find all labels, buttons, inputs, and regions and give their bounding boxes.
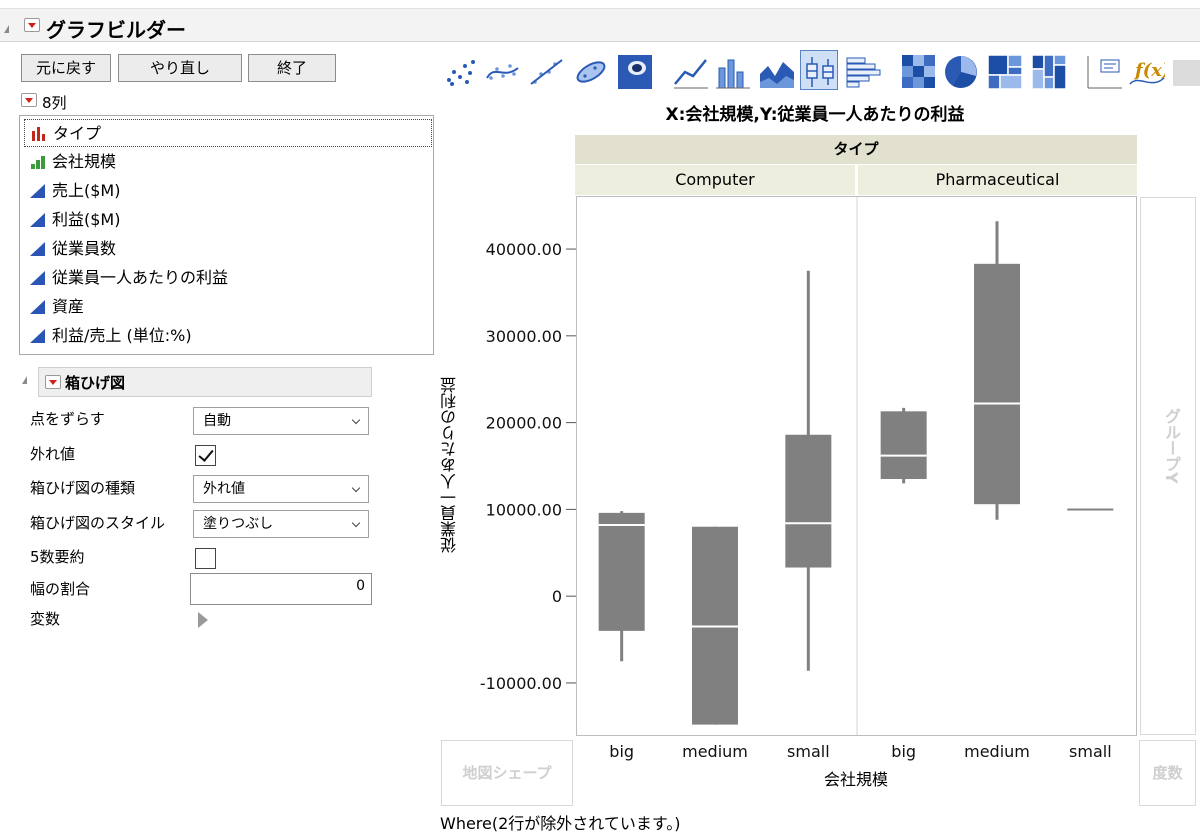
column-item[interactable]: 利益($M) — [24, 206, 432, 234]
y-axis-label[interactable]: 従業員一人あたりの利益 — [438, 200, 468, 730]
width-ratio-input[interactable]: 0 — [190, 573, 372, 605]
column-list[interactable]: タイプ 会社規模 売上($M) 利益($M) 従業員数 従業員一人あたりの利益 … — [19, 115, 434, 355]
histogram-icon[interactable] — [842, 50, 881, 90]
y-tick-label: 10000.00 — [486, 500, 562, 519]
chevron-down-icon — [351, 415, 361, 425]
area-icon[interactable] — [756, 50, 794, 90]
column-item[interactable]: 売上($M) — [24, 177, 432, 205]
box-style-label: 箱ひげ図のスタイル — [30, 514, 166, 532]
continuous-icon — [30, 271, 45, 285]
five-number-label: 5数要約 — [30, 548, 85, 566]
mosaic-icon[interactable] — [1028, 50, 1067, 90]
redo-button[interactable]: やり直し — [118, 54, 242, 82]
undo-button[interactable]: 元に戻す — [21, 54, 111, 82]
y-tick-label: 40000.00 — [486, 240, 562, 259]
column-item[interactable]: 従業員数 — [24, 235, 432, 263]
svg-text:f(x): f(x) — [1133, 60, 1165, 81]
nominal-icon — [32, 127, 45, 141]
bar-icon[interactable] — [712, 50, 750, 90]
x-tick-label: medium — [682, 742, 748, 761]
box-type-label: 箱ひげ図の種類 — [30, 479, 136, 497]
formula-icon[interactable]: f(x) — [1126, 50, 1165, 90]
width-ratio-label: 幅の割合 — [30, 580, 91, 598]
continuous-icon — [30, 300, 45, 314]
boxplot-panel-title: 箱ひげ図 — [65, 374, 126, 392]
x-tick-label: big — [609, 742, 634, 761]
outliers-checkbox[interactable] — [195, 445, 216, 466]
column-item[interactable]: 資産 — [24, 293, 432, 321]
continuous-icon — [30, 184, 45, 198]
variables-label: 変数 — [30, 610, 61, 628]
heatmap-icon[interactable] — [898, 50, 936, 90]
chevron-down-icon — [351, 483, 361, 493]
five-number-checkbox[interactable] — [195, 548, 216, 569]
plot-area[interactable] — [576, 196, 1137, 736]
window-title: グラフビルダー — [46, 18, 186, 42]
continuous-icon — [30, 242, 45, 256]
y-tick-label: -10000.00 — [480, 674, 562, 693]
panel-variable-header[interactable]: タイプ — [575, 135, 1137, 164]
caption-box-icon[interactable] — [1084, 50, 1122, 90]
contour-icon[interactable] — [614, 50, 652, 90]
box-plot-icon[interactable] — [800, 50, 838, 90]
columns-menu-icon[interactable] — [21, 93, 37, 107]
title-bar: グラフビルダー — [0, 8, 1200, 42]
columns-count: 8列 — [42, 94, 67, 112]
x-axis-label[interactable]: 会社規模 — [575, 766, 1137, 790]
smoother-icon[interactable] — [482, 50, 520, 90]
done-button[interactable]: 終了 — [248, 54, 336, 82]
x-tick-label: small — [787, 742, 830, 761]
column-item[interactable]: タイプ — [24, 119, 432, 147]
box-style-dropdown[interactable]: 塗りつぶし — [193, 510, 369, 538]
chevron-down-icon — [351, 518, 361, 528]
y-tick-label: 20000.00 — [486, 414, 562, 433]
jitter-label: 点をずらす — [30, 410, 105, 428]
x-tick-label: big — [891, 742, 916, 761]
panel-header-computer: Computer — [575, 165, 855, 195]
boxplot-disclosure-icon[interactable] — [22, 376, 27, 384]
boxplot-panel-header: 箱ひげ図 — [38, 367, 372, 397]
panel-header-pharmaceutical: Pharmaceutical — [858, 165, 1137, 195]
red-triangle-menu-icon[interactable] — [24, 18, 40, 32]
group-y-drop-zone[interactable]: グループY — [1140, 197, 1196, 735]
column-item[interactable]: 従業員一人あたりの利益 — [24, 264, 432, 292]
extra-icon[interactable] — [1168, 50, 1200, 90]
map-shape-drop-zone[interactable]: 地図シェープ — [441, 740, 573, 806]
points-icon[interactable] — [440, 50, 478, 90]
y-tick-label: 0 — [552, 587, 562, 606]
disclosure-icon[interactable] — [4, 25, 9, 33]
column-item[interactable]: 会社規模 — [24, 148, 432, 176]
line-icon[interactable] — [670, 50, 708, 90]
ordinal-icon — [31, 156, 45, 169]
column-item[interactable]: 利益/売上 (単位:%) — [24, 322, 432, 350]
x-tick-label: small — [1069, 742, 1112, 761]
chart-title: X:会社規模,Y:従業員一人あたりの利益 — [665, 105, 965, 125]
treemap-icon[interactable] — [984, 50, 1023, 90]
continuous-icon — [30, 329, 45, 343]
boxplot-menu-icon[interactable] — [45, 375, 61, 389]
where-clause: Where(2行が除外されています。) — [440, 814, 681, 833]
outliers-label: 外れ値 — [30, 445, 76, 463]
line-of-fit-icon[interactable] — [526, 50, 564, 90]
box-type-dropdown[interactable]: 外れ値 — [193, 475, 369, 503]
jitter-dropdown[interactable]: 自動 — [193, 407, 369, 435]
y-tick-label: 30000.00 — [486, 327, 562, 346]
ellipse-icon[interactable] — [570, 50, 608, 90]
freq-drop-zone[interactable]: 度数 — [1139, 740, 1196, 806]
x-tick-label: medium — [964, 742, 1030, 761]
variables-expand-icon[interactable] — [198, 612, 208, 628]
pie-icon[interactable] — [940, 50, 978, 90]
continuous-icon — [30, 213, 45, 227]
group-y-label: グループY — [1162, 408, 1181, 484]
